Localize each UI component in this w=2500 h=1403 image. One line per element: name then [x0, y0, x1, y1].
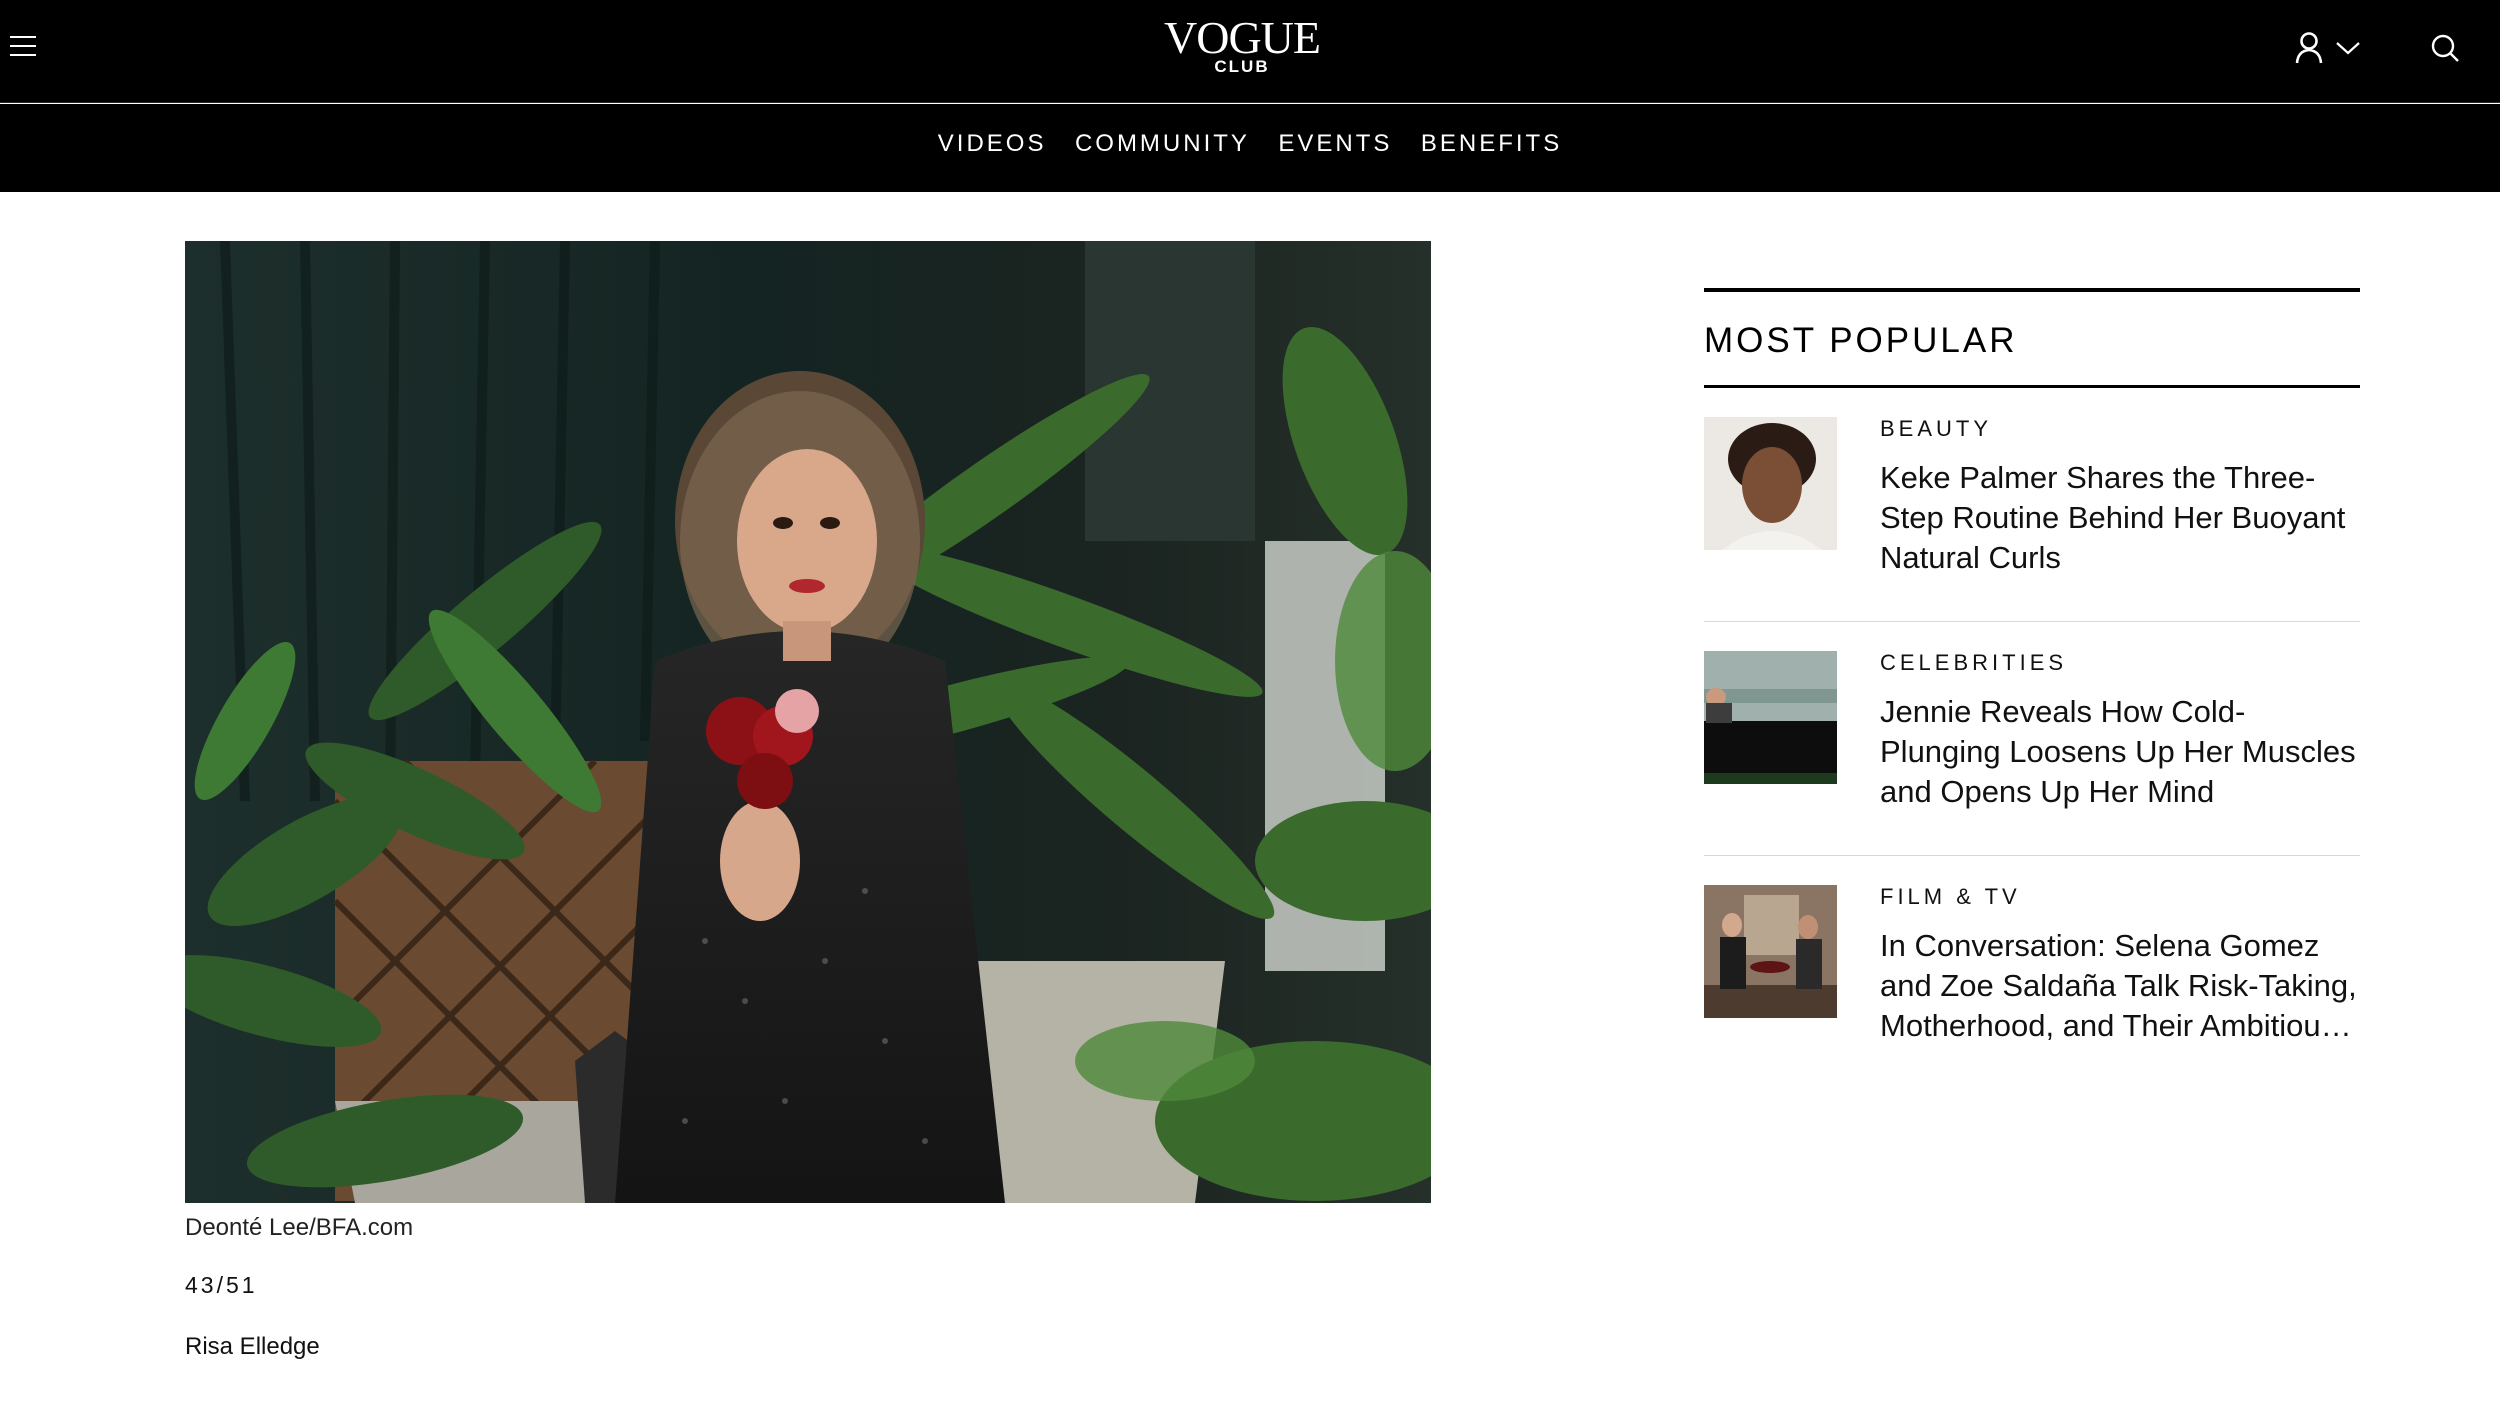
- popular-story[interactable]: BEAUTY Keke Palmer Shares the Three-Step…: [1704, 388, 2360, 622]
- top-bar: VOGUE CLUB: [0, 0, 2500, 103]
- gallery-photo[interactable]: [185, 241, 1431, 1203]
- story-title[interactable]: Jennie Reveals How Cold-Plunging Loosens…: [1880, 692, 2360, 812]
- story-thumbnail[interactable]: [1704, 417, 1837, 550]
- user-icon: [2295, 32, 2323, 64]
- chevron-down-icon: [2336, 42, 2360, 55]
- nav-item-videos[interactable]: VIDEOS: [938, 130, 1047, 158]
- photo-caption: Risa Elledge: [185, 1333, 320, 1360]
- story-title[interactable]: In Conversation: Selena Gomez and Zoe Sa…: [1880, 926, 2360, 1046]
- popular-story[interactable]: FILM & TV In Conversation: Selena Gomez …: [1704, 856, 2360, 1090]
- hamburger-menu-icon[interactable]: [10, 36, 40, 60]
- search-button[interactable]: [2428, 30, 2464, 66]
- most-popular-section: MOST POPULAR BEAUTY Keke Palmer Shares t…: [1704, 288, 2360, 1090]
- story-title[interactable]: Keke Palmer Shares the Three-Step Routin…: [1880, 458, 2360, 578]
- story-category[interactable]: CELEBRITIES: [1880, 650, 2067, 676]
- nav-item-benefits[interactable]: BENEFITS: [1421, 130, 1562, 158]
- story-category[interactable]: FILM & TV: [1880, 884, 2021, 910]
- account-menu-button[interactable]: [2294, 30, 2364, 66]
- story-thumbnail[interactable]: [1704, 651, 1837, 784]
- main-navigation: VIDEOS COMMUNITY EVENTS BENEFITS: [0, 104, 2500, 192]
- popular-story[interactable]: CELEBRITIES Jennie Reveals How Cold-Plun…: [1704, 622, 2360, 856]
- story-category[interactable]: BEAUTY: [1880, 416, 1992, 442]
- nav-item-community[interactable]: COMMUNITY: [1075, 130, 1250, 158]
- gallery-counter: 43/51: [185, 1272, 258, 1298]
- gallery-photo-image: [185, 241, 1431, 1203]
- photo-credit: Deonté Lee/BFA.com: [185, 1214, 414, 1241]
- story-thumbnail[interactable]: [1704, 885, 1837, 1018]
- site-logo[interactable]: VOGUE CLUB: [1142, 14, 1342, 76]
- nav-item-events[interactable]: EVENTS: [1278, 130, 1392, 158]
- search-icon: [2431, 34, 2459, 62]
- section-heading: MOST POPULAR: [1704, 321, 2018, 360]
- section-divider-top: [1704, 288, 2360, 292]
- logo-wordmark: VOGUE: [1164, 12, 1321, 63]
